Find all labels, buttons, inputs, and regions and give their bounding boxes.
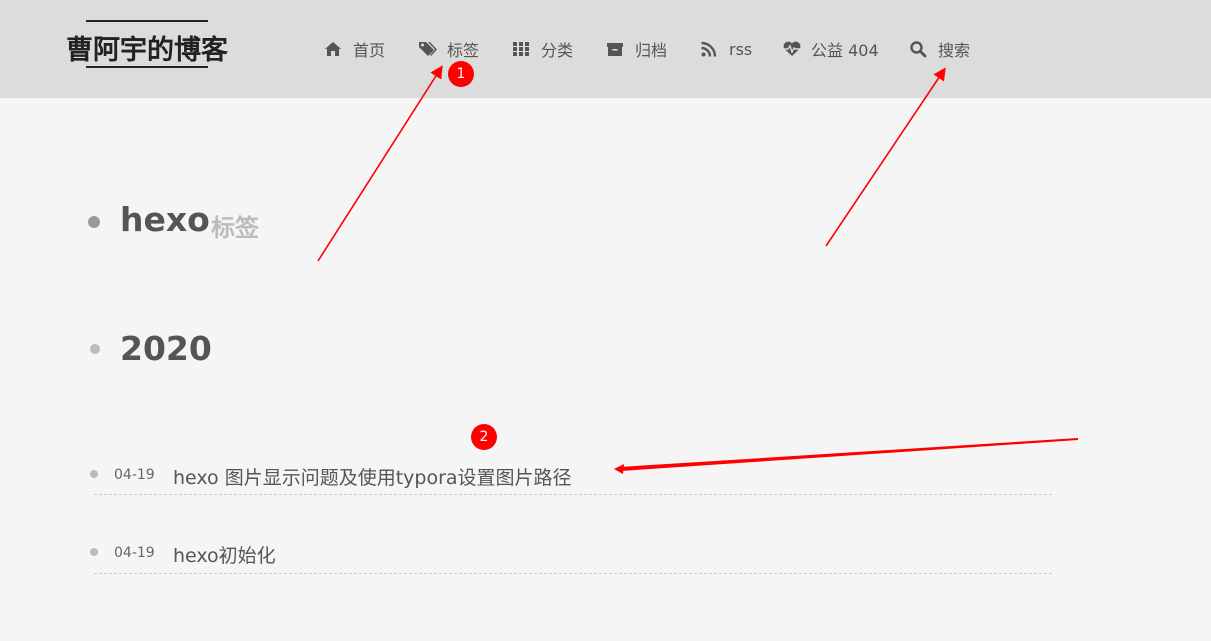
site-brand[interactable]: 曹阿宇的博客 — [66, 28, 228, 67]
nav-label-categories: 分类 — [541, 41, 574, 60]
nav-label-home: 首页 — [353, 41, 386, 60]
brand-bottom-rule — [86, 66, 208, 68]
archive-icon — [606, 40, 624, 58]
annotation-badge-2: 2 — [471, 424, 497, 450]
post-bullet — [90, 548, 98, 556]
nav-label-archive: 归档 — [635, 41, 668, 60]
nav-item-archive[interactable]: 归档 — [606, 36, 667, 62]
search-icon — [909, 40, 927, 58]
nav-label-rss: rss — [729, 39, 753, 59]
nav-label-charity-404: 公益 404 — [811, 41, 879, 60]
post-date: 04-19 — [114, 545, 155, 561]
nav-item-categories[interactable]: 分类 — [512, 36, 573, 62]
nav-label-search: 搜索 — [938, 41, 971, 60]
post-divider — [94, 494, 1052, 495]
post-bullet — [90, 470, 98, 478]
nav-item-home[interactable]: 首页 — [324, 36, 385, 62]
tags-icon — [418, 40, 437, 58]
grid-icon — [512, 40, 530, 58]
year-heading: 2020 — [120, 329, 212, 368]
post-title-link[interactable]: hexo 图片显示问题及使用typora设置图片路径 — [173, 463, 572, 490]
home-icon — [324, 40, 342, 58]
annotation-badge-1: 1 — [448, 61, 474, 87]
nav-item-search[interactable]: 搜索 — [909, 36, 970, 62]
tag-suffix: 标签 — [211, 214, 259, 242]
heartbeat-icon — [782, 40, 801, 58]
nav-item-tags[interactable]: 标签 — [418, 36, 479, 62]
list-item[interactable]: 04-19 hexo初始化 — [90, 539, 1052, 579]
site-header: 曹阿宇的博客 首页 标签 分类 归档 rss 公益 404 搜索 — [0, 0, 1211, 98]
nav-item-rss[interactable]: rss — [700, 36, 752, 62]
nav-item-charity-404[interactable]: 公益 404 — [782, 36, 879, 62]
post-divider — [94, 573, 1052, 574]
post-title-link[interactable]: hexo初始化 — [173, 541, 276, 568]
post-date: 04-19 — [114, 467, 155, 483]
list-item[interactable]: 04-19 hexo 图片显示问题及使用typora设置图片路径 — [90, 460, 1052, 500]
year-bullet — [90, 344, 100, 354]
brand-top-rule — [86, 20, 208, 22]
rss-icon — [700, 40, 718, 58]
nav-label-tags: 标签 — [447, 41, 480, 60]
tag-bullet — [88, 216, 100, 228]
tag-name: hexo — [120, 200, 210, 239]
